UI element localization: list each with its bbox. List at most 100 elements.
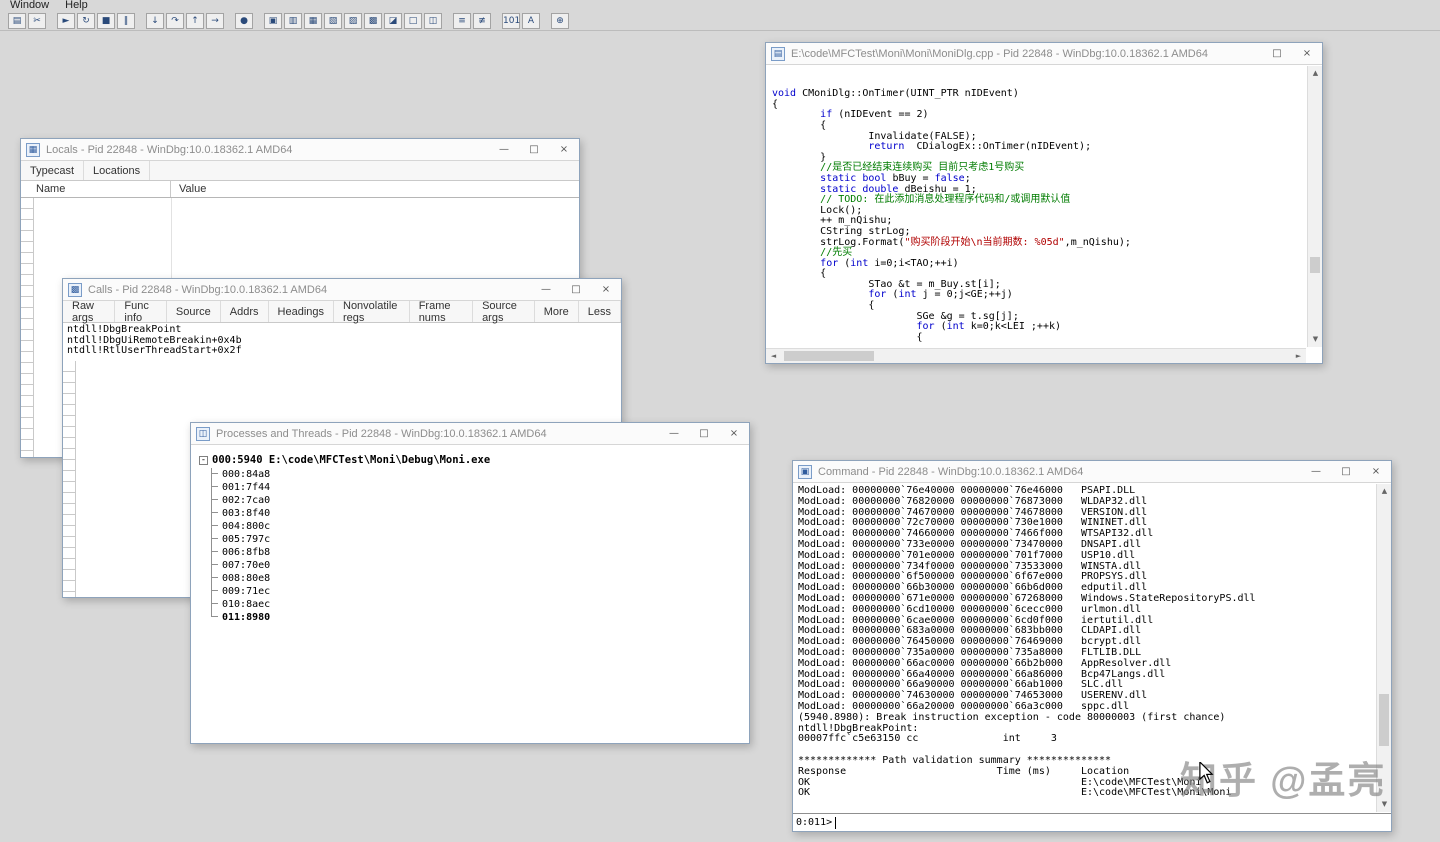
font-icon[interactable]: A: [522, 13, 540, 29]
calls-toolbar-button[interactable]: Headings: [269, 301, 334, 322]
close-icon[interactable]: ×: [719, 423, 749, 444]
source-mode-off-icon[interactable]: ≢: [473, 13, 491, 29]
cut-icon[interactable]: ✂: [28, 13, 46, 29]
locals-toolbar: Typecast Locations: [21, 161, 579, 181]
scrollbar-thumb[interactable]: [1310, 257, 1320, 273]
locals-row-strip: [21, 198, 34, 457]
calls-toolbar-button[interactable]: More: [535, 301, 579, 322]
source-mode-on-icon[interactable]: ≡: [453, 13, 471, 29]
calls-window-controls: — □ ×: [531, 279, 621, 300]
close-icon[interactable]: ×: [549, 139, 579, 160]
step-into-icon[interactable]: ↓: [146, 13, 164, 29]
watch-window-icon[interactable]: ▥: [284, 13, 302, 29]
calls-toolbar-button[interactable]: Less: [579, 301, 621, 322]
locals-titlebar[interactable]: ▦ Locals - Pid 22848 - WinDbg:10.0.18362…: [21, 139, 579, 161]
text-line: 007:70e0: [211, 559, 749, 572]
source-titlebar[interactable]: ▤ E:\code\MFCTest\Moni\Moni\MoniDlg.cpp …: [766, 43, 1322, 65]
process-root-label: 000:5940 E:\code\MFCTest\Moni\Debug\Moni…: [212, 454, 490, 466]
maximize-icon[interactable]: □: [1262, 43, 1292, 64]
menu-item[interactable]: Help: [65, 0, 88, 11]
text-line: 006:8fb8: [211, 546, 749, 559]
run-to-cursor-icon[interactable]: →: [206, 13, 224, 29]
calls-toolbar-button[interactable]: Nonvolatile regs: [334, 301, 410, 322]
maximize-icon[interactable]: □: [1331, 461, 1361, 482]
command-prompt: 0:011>: [796, 817, 832, 828]
text-line: for (int i=0;i<TAO;++i): [772, 259, 1306, 270]
typecast-button[interactable]: Typecast: [21, 161, 84, 180]
minimize-icon[interactable]: —: [531, 279, 561, 300]
text-line: ModLoad: 00000000`701e0000 00000000`701f…: [798, 551, 1374, 562]
text-line: {: [772, 121, 1306, 132]
maximize-icon[interactable]: □: [689, 423, 719, 444]
menu-item[interactable]: Window: [10, 0, 49, 11]
calls-toolbar-button[interactable]: Func info: [115, 301, 167, 322]
text-line: ModLoad: 00000000`6cd10000 00000000`6cec…: [798, 605, 1374, 616]
registers-window-icon[interactable]: ▧: [324, 13, 342, 29]
calls-toolbar-button[interactable]: Source: [167, 301, 221, 322]
go-icon[interactable]: ►: [57, 13, 75, 29]
text-line: 005:797c: [211, 533, 749, 546]
text-line: [772, 68, 1306, 79]
processes-window-icon: ◫: [196, 427, 210, 441]
text-caret: [835, 817, 836, 829]
options-icon[interactable]: ⊕: [551, 13, 569, 29]
scrollbar-thumb[interactable]: [1379, 694, 1389, 746]
calls-toolbar-button[interactable]: Addrs: [221, 301, 269, 322]
calls-toolbar-button[interactable]: Raw args: [63, 301, 115, 322]
text-line: 008:80e8: [211, 572, 749, 585]
scroll-down-icon[interactable]: ▼: [1308, 332, 1323, 347]
source-vertical-scrollbar[interactable]: ▲ ▼: [1307, 66, 1322, 347]
source-window-controls: □ ×: [1262, 43, 1322, 64]
name-column-header[interactable]: Name: [21, 181, 171, 197]
locations-button[interactable]: Locations: [84, 161, 150, 180]
insert-breakpoint-icon[interactable]: ●: [235, 13, 253, 29]
minimize-icon[interactable]: —: [1301, 461, 1331, 482]
command-input-row: 0:011>: [793, 813, 1391, 831]
processes-titlebar[interactable]: ◫ Processes and Threads - Pid 22848 - Wi…: [191, 423, 749, 445]
value-column-header[interactable]: Value: [171, 181, 579, 197]
calls-window-icon[interactable]: ▩: [364, 13, 382, 29]
scroll-up-icon[interactable]: ▲: [1308, 66, 1323, 81]
calls-toolbar-button[interactable]: Frame nums: [410, 301, 473, 322]
process-root-row[interactable]: - 000:5940 E:\code\MFCTest\Moni\Debug\Mo…: [199, 454, 749, 466]
text-line: if (nIDEvent == 2): [772, 110, 1306, 121]
text-line: ntdll!DbgBreakPoint: [67, 325, 619, 336]
disassembly-window-icon[interactable]: ◪: [384, 13, 402, 29]
scroll-right-icon[interactable]: ►: [1291, 349, 1306, 364]
source-horizontal-scrollbar[interactable]: ◄ ►: [766, 348, 1306, 363]
thread-list[interactable]: 000:84a8001:7f44002:7ca0003:8f40004:800c…: [211, 468, 749, 624]
scroll-up-icon[interactable]: ▲: [1377, 484, 1392, 499]
mouse-cursor-icon: [1197, 762, 1215, 789]
source-code-view[interactable]: void CMoniDlg::OnTimer(UINT_PTR nIDEvent…: [766, 66, 1306, 347]
calls-titlebar[interactable]: ▩ Calls - Pid 22848 - WinDbg:10.0.18362.…: [63, 279, 621, 301]
scrollbar-thumb[interactable]: [784, 351, 874, 361]
close-icon[interactable]: ×: [591, 279, 621, 300]
locals-window-icon[interactable]: ▦: [304, 13, 322, 29]
calls-row-strip: [63, 361, 76, 597]
scroll-left-icon[interactable]: ◄: [766, 349, 781, 364]
calls-toolbar-button[interactable]: Source args: [473, 301, 535, 322]
maximize-icon[interactable]: □: [519, 139, 549, 160]
command-window-icon: ▣: [798, 465, 812, 479]
close-icon[interactable]: ×: [1361, 461, 1391, 482]
collapse-expander-icon[interactable]: -: [199, 456, 208, 465]
maximize-icon[interactable]: □: [561, 279, 591, 300]
text-line: 010:8aec: [211, 598, 749, 611]
scratch-pad-icon[interactable]: □: [404, 13, 422, 29]
close-icon[interactable]: ×: [1292, 43, 1322, 64]
open-source-file-icon[interactable]: ▤: [8, 13, 26, 29]
memory-window-icon[interactable]: ▨: [344, 13, 362, 29]
command-titlebar[interactable]: ▣ Command - Pid 22848 - WinDbg:10.0.1836…: [793, 461, 1391, 483]
stop-debugging-icon[interactable]: ■: [97, 13, 115, 29]
step-over-icon[interactable]: ↷: [166, 13, 184, 29]
step-out-icon[interactable]: ↑: [186, 13, 204, 29]
number-format-icon[interactable]: 101: [502, 13, 520, 29]
command-window-icon[interactable]: ▣: [264, 13, 282, 29]
minimize-icon[interactable]: —: [659, 423, 689, 444]
restart-icon[interactable]: ↻: [77, 13, 95, 29]
text-line: (5940.8980): Break instruction exception…: [798, 713, 1374, 724]
call-stack-list[interactable]: ntdll!DbgBreakPointntdll!DbgUiRemoteBrea…: [67, 325, 619, 357]
processes-threads-icon[interactable]: ◫: [424, 13, 442, 29]
break-icon[interactable]: ‖: [117, 13, 135, 29]
minimize-icon[interactable]: —: [489, 139, 519, 160]
